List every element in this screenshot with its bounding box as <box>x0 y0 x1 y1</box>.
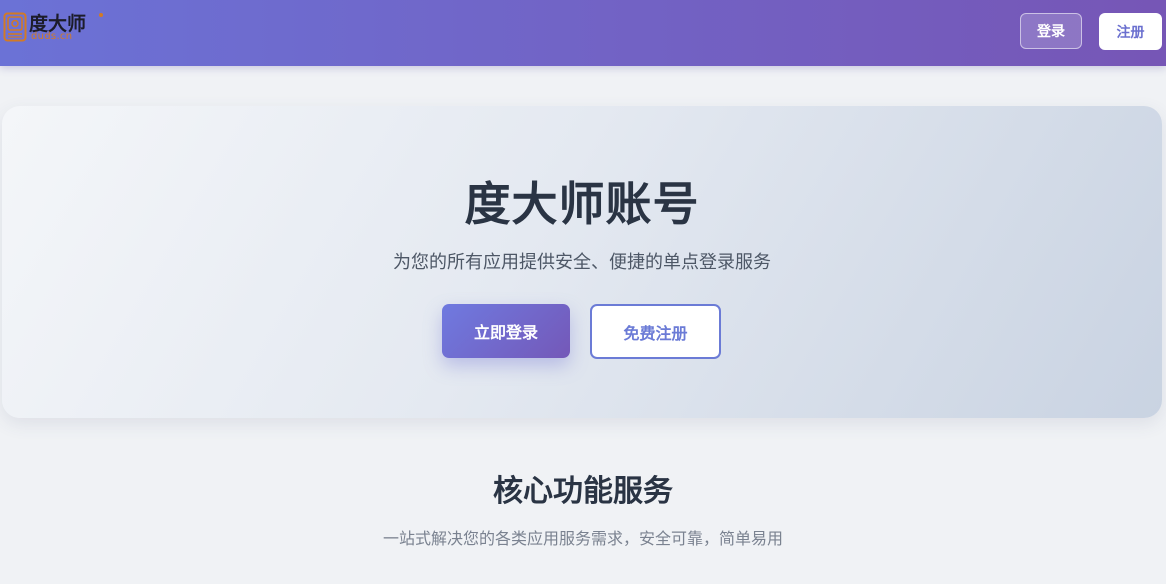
brand-logo[interactable]: 度大师 duds.cn <box>3 9 113 45</box>
features-subtitle: 一站式解决您的各类应用服务需求，安全可靠，简单易用 <box>382 529 783 548</box>
hero-title: 度大师账号 <box>464 177 700 231</box>
hero-card: 度大师账号 为您的所有应用提供安全、便捷的单点登录服务 立即登录 免费注册 <box>2 106 1162 418</box>
header-login-button[interactable]: 登录 <box>1020 13 1082 49</box>
hero-subtitle: 为您的所有应用提供安全、便捷的单点登录服务 <box>393 252 771 273</box>
logo-domain: duds.cn <box>31 31 73 42</box>
logo-registered-mark <box>99 13 103 17</box>
features-title: 核心功能服务 <box>493 474 673 509</box>
hero-register-button[interactable]: 免费注册 <box>590 304 721 359</box>
top-nav-bar: 度大师 duds.cn 登录 注册 <box>0 0 1166 66</box>
header-register-button[interactable]: 注册 <box>1099 13 1162 50</box>
logo-mark-icon <box>3 12 27 42</box>
hero-login-button[interactable]: 立即登录 <box>442 304 570 358</box>
